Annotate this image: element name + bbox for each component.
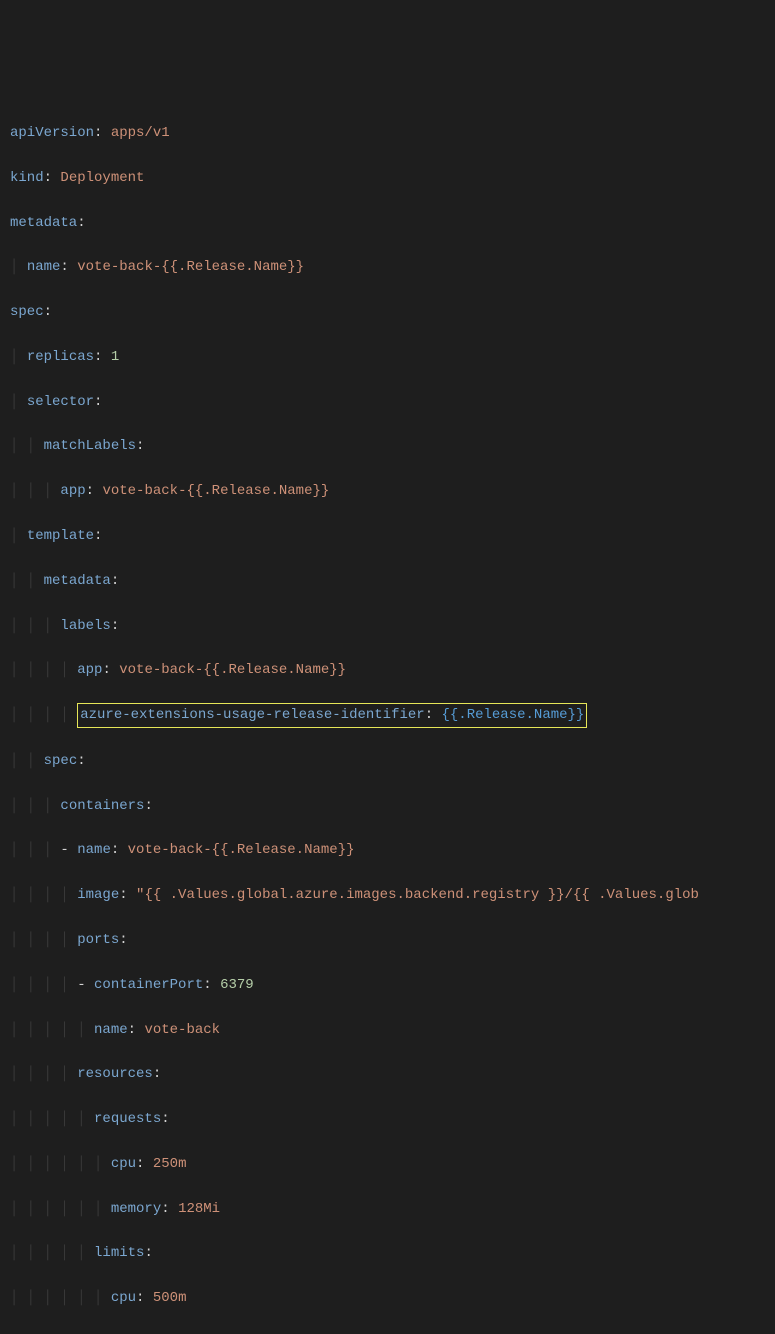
yaml-key: replicas bbox=[27, 349, 94, 365]
code-line: spec: bbox=[10, 301, 765, 323]
yaml-value: vote-back bbox=[144, 1022, 220, 1038]
code-line: │ │ │ │ image: "{{ .Values.global.azure.… bbox=[10, 884, 765, 906]
code-line: │ │ │ │ │ │ cpu: 500m bbox=[10, 1287, 765, 1309]
yaml-key: name bbox=[27, 259, 61, 275]
code-line: │ replicas: 1 bbox=[10, 346, 765, 368]
code-line: metadata: bbox=[10, 212, 765, 234]
code-line: │ │ │ │ │ │ memory: 256Mi bbox=[10, 1332, 765, 1334]
code-line: │ │ │ - name: vote-back-{{.Release.Name}… bbox=[10, 839, 765, 861]
code-line: │ │ matchLabels: bbox=[10, 435, 765, 457]
yaml-code-block[interactable]: apiVersion: apps/v1 kind: Deployment met… bbox=[10, 100, 765, 1334]
code-line: │ │ │ labels: bbox=[10, 615, 765, 637]
yaml-key: cpu bbox=[111, 1156, 136, 1172]
yaml-key: selector bbox=[27, 394, 94, 410]
code-line: │ name: vote-back-{{.Release.Name}} bbox=[10, 256, 765, 278]
yaml-value: "{{ .Values.global.azure.images.backend.… bbox=[136, 887, 699, 903]
yaml-key: azure-extensions-usage-release-identifie… bbox=[80, 707, 424, 723]
highlight-box: azure-extensions-usage-release-identifie… bbox=[77, 703, 587, 727]
yaml-key: labels bbox=[60, 618, 110, 634]
code-line: │ │ │ │ │ name: vote-back bbox=[10, 1019, 765, 1041]
yaml-key: apiVersion bbox=[10, 125, 94, 141]
yaml-key: requests bbox=[94, 1111, 161, 1127]
yaml-key: containers bbox=[60, 798, 144, 814]
yaml-key: metadata bbox=[10, 215, 77, 231]
yaml-key: cpu bbox=[111, 1290, 136, 1306]
code-line: │ │ │ │ - containerPort: 6379 bbox=[10, 974, 765, 996]
code-line: │ │ │ │ resources: bbox=[10, 1063, 765, 1085]
code-line-highlighted: │ │ │ │ azure-extensions-usage-release-i… bbox=[10, 704, 765, 727]
yaml-key: resources bbox=[77, 1066, 153, 1082]
code-line: │ │ │ containers: bbox=[10, 795, 765, 817]
code-line: │ │ │ │ │ limits: bbox=[10, 1242, 765, 1264]
code-line: │ selector: bbox=[10, 391, 765, 413]
yaml-key: matchLabels bbox=[44, 438, 136, 454]
yaml-key: containerPort bbox=[94, 977, 203, 993]
yaml-value: vote-back-{{.Release.Name}} bbox=[119, 662, 346, 678]
yaml-value: apps/v1 bbox=[111, 125, 170, 141]
yaml-key: metadata bbox=[44, 573, 111, 589]
yaml-key: image bbox=[77, 887, 119, 903]
yaml-value: 1 bbox=[111, 349, 119, 365]
yaml-key: name bbox=[77, 842, 111, 858]
code-line: │ │ │ │ │ │ memory: 128Mi bbox=[10, 1198, 765, 1220]
code-line: │ │ │ │ app: vote-back-{{.Release.Name}} bbox=[10, 659, 765, 681]
yaml-key: limits bbox=[94, 1245, 144, 1261]
yaml-key: name bbox=[94, 1022, 128, 1038]
code-line: │ │ │ │ │ requests: bbox=[10, 1108, 765, 1130]
yaml-value: 500m bbox=[153, 1290, 187, 1306]
yaml-value: vote-back-{{.Release.Name}} bbox=[128, 842, 355, 858]
code-line: kind: Deployment bbox=[10, 167, 765, 189]
yaml-key: ports bbox=[77, 932, 119, 948]
code-line: │ │ spec: bbox=[10, 750, 765, 772]
yaml-value: 6379 bbox=[220, 977, 254, 993]
yaml-key: memory bbox=[111, 1201, 161, 1217]
code-line: apiVersion: apps/v1 bbox=[10, 122, 765, 144]
yaml-value: 250m bbox=[153, 1156, 187, 1172]
yaml-key: spec bbox=[10, 304, 44, 320]
yaml-key: spec bbox=[44, 753, 78, 769]
yaml-template-value: {{.Release.Name}} bbox=[442, 707, 585, 723]
code-line: │ │ │ │ │ │ cpu: 250m bbox=[10, 1153, 765, 1175]
code-line: │ │ metadata: bbox=[10, 570, 765, 592]
code-line: │ │ │ │ ports: bbox=[10, 929, 765, 951]
yaml-value: 128Mi bbox=[178, 1201, 220, 1217]
yaml-value: Deployment bbox=[60, 170, 144, 186]
yaml-value: vote-back-{{.Release.Name}} bbox=[102, 483, 329, 499]
code-line: │ │ │ app: vote-back-{{.Release.Name}} bbox=[10, 480, 765, 502]
yaml-key: app bbox=[60, 483, 85, 499]
yaml-key: kind bbox=[10, 170, 44, 186]
yaml-value: vote-back-{{.Release.Name}} bbox=[77, 259, 304, 275]
code-line: │ template: bbox=[10, 525, 765, 547]
yaml-key: template bbox=[27, 528, 94, 544]
yaml-key: app bbox=[77, 662, 102, 678]
